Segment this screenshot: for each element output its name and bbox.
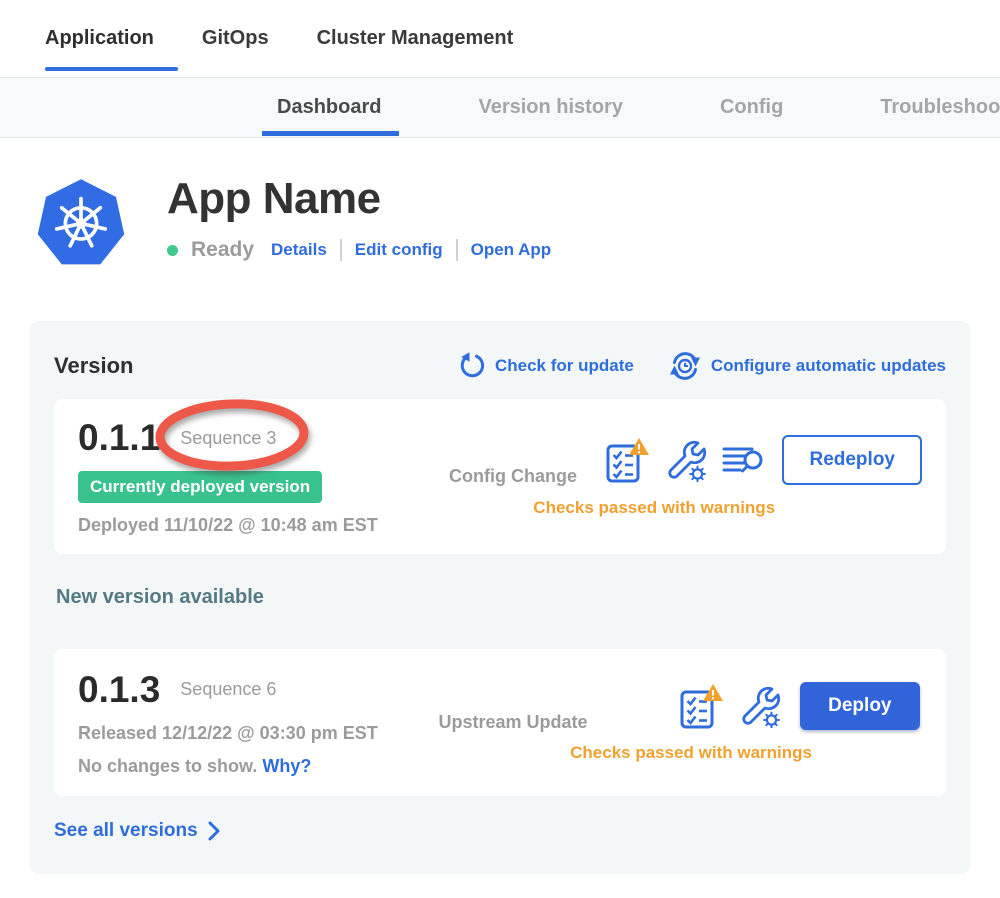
configure-automatic-updates-label: Configure automatic updates: [711, 356, 946, 376]
auto-update-clock-icon: [668, 349, 702, 383]
tab-config[interactable]: Config: [720, 78, 783, 137]
no-changes-label: No changes to show.: [78, 756, 257, 776]
current-version-number: 0.1.1: [78, 417, 160, 459]
currently-deployed-badge: Currently deployed version: [78, 471, 322, 503]
available-checks-status: Checks passed with warnings: [570, 743, 812, 763]
version-heading: Version: [54, 353, 133, 379]
current-source-label: Config Change: [423, 466, 603, 487]
tab-dashboard[interactable]: Dashboard: [277, 78, 381, 137]
view-diff-icon[interactable]: [722, 442, 764, 478]
version-section: Version Check for update Configure: [30, 321, 970, 874]
released-timestamp: Released 12/12/22 @ 03:30 pm EST: [78, 723, 423, 744]
see-all-versions-link[interactable]: See all versions: [54, 820, 220, 842]
primary-nav: Application GitOps Cluster Management: [0, 0, 1000, 77]
config-wrench-gear-icon[interactable]: [664, 438, 708, 482]
app-header-text: App Name Ready Details Edit config Open …: [167, 174, 551, 262]
tab-cluster-management[interactable]: Cluster Management: [317, 0, 514, 77]
chevron-right-icon: [208, 821, 220, 841]
see-all-versions-label: See all versions: [54, 820, 198, 842]
current-checks-status: Checks passed with warnings: [533, 498, 775, 518]
status-badge: Ready: [191, 238, 254, 262]
available-version-card: 0.1.3 Sequence 6 Released 12/12/22 @ 03:…: [54, 649, 946, 796]
app-header: App Name Ready Details Edit config Open …: [0, 138, 1000, 271]
redeploy-button[interactable]: Redeploy: [782, 435, 922, 485]
details-link[interactable]: Details: [271, 240, 327, 260]
tab-troubleshoot[interactable]: Troubleshoot: [880, 78, 1000, 137]
available-sequence-label: Sequence 6: [180, 679, 276, 700]
divider: [456, 239, 458, 261]
secondary-nav: Dashboard Version history Config Trouble…: [0, 77, 1000, 138]
divider: [340, 239, 342, 261]
kubernetes-logo-icon: [35, 174, 127, 271]
current-sequence-label: Sequence 3: [180, 428, 276, 449]
available-version-number: 0.1.3: [78, 669, 160, 711]
config-wrench-gear-icon[interactable]: [738, 684, 782, 728]
configure-automatic-updates-button[interactable]: Configure automatic updates: [668, 349, 946, 383]
check-for-update-button[interactable]: Check for update: [456, 351, 634, 381]
no-changes-text: No changes to show. Why?: [78, 756, 423, 777]
new-version-heading: New version available: [56, 586, 946, 609]
current-version-card: 0.1.1 Sequence 3 Currently deployed vers…: [54, 399, 946, 554]
check-for-update-label: Check for update: [495, 356, 634, 376]
refresh-icon: [456, 351, 486, 381]
tab-version-history[interactable]: Version history: [478, 78, 623, 137]
tab-application[interactable]: Application: [45, 0, 154, 77]
why-link[interactable]: Why?: [262, 756, 311, 776]
page-title: App Name: [167, 174, 551, 224]
deployed-timestamp: Deployed 11/10/22 @ 10:48 am EST: [78, 515, 423, 536]
available-source-label: Upstream Update: [423, 712, 603, 733]
status-dot-icon: [167, 245, 178, 256]
open-app-link[interactable]: Open App: [471, 240, 552, 260]
edit-config-link[interactable]: Edit config: [355, 240, 443, 260]
deploy-button[interactable]: Deploy: [800, 682, 919, 730]
preflight-checklist-warning-icon[interactable]: [606, 436, 650, 484]
tab-gitops[interactable]: GitOps: [202, 0, 269, 77]
preflight-checklist-warning-icon[interactable]: [680, 682, 724, 730]
